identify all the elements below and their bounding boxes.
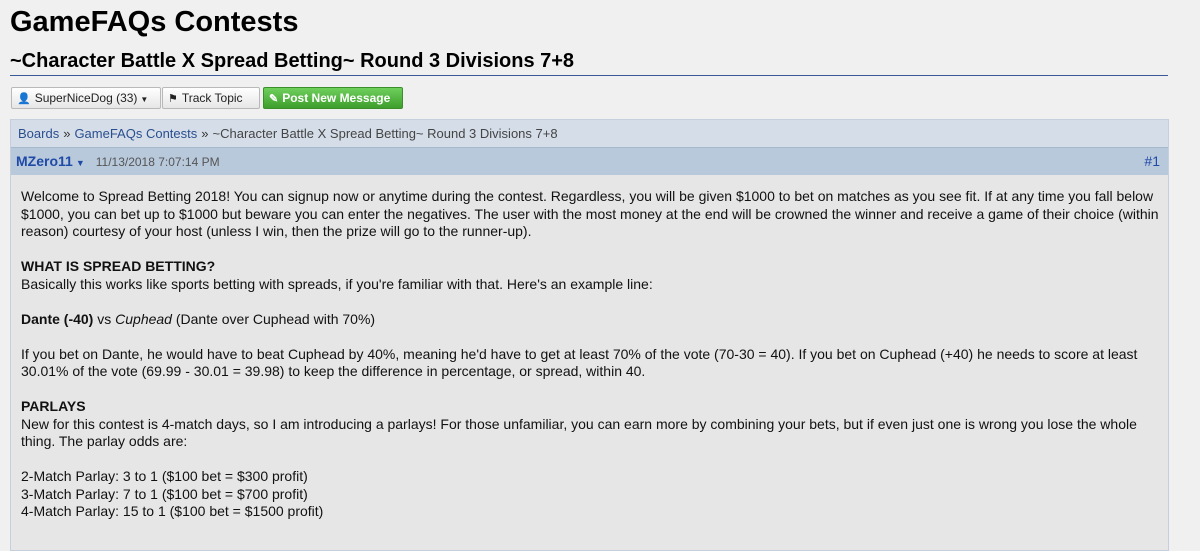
- example-favorite: Dante (-40): [21, 310, 94, 327]
- message-container: Boards» GameFAQs Contests» ~Character Batt…: [10, 119, 1169, 551]
- example-underdog: Cuphead: [115, 310, 172, 327]
- example-line: Dante (-40) vs Cuphead (Dante over Cuphe…: [21, 311, 1160, 329]
- post-new-message-button[interactable]: ✎ Post New Message: [263, 87, 403, 109]
- breadcrumb-board-link[interactable]: GameFAQs Contests: [74, 126, 197, 141]
- flag-icon: ⚑: [168, 93, 178, 105]
- board-title: GameFAQs Contests: [10, 6, 299, 38]
- breadcrumb-separator: »: [201, 126, 209, 141]
- parlay-line: 4-Match Parlay: 15 to 1 ($100 bet = $150…: [21, 503, 324, 519]
- section-heading: WHAT IS SPREAD BETTING?: [21, 258, 216, 274]
- message-paragraph: Welcome to Spread Betting 2018! You can …: [21, 188, 1159, 239]
- chevron-down-icon: ▼: [140, 95, 149, 104]
- example-note: (Dante over Cuphead with 70%): [175, 310, 376, 327]
- user-menu-button[interactable]: 👤 SuperNiceDog (33) ▼: [11, 87, 161, 109]
- section-heading: PARLAYS: [21, 398, 86, 414]
- message-paragraph: Basically this works like sports betting…: [21, 275, 653, 292]
- topic-title: ~Character Battle X Spread Betting~ Roun…: [10, 48, 1168, 76]
- message-body: Welcome to Spread Betting 2018! You can …: [11, 175, 1168, 521]
- breadcrumb: Boards» GameFAQs Contests» ~Character Batt…: [11, 120, 1168, 147]
- track-topic-button[interactable]: ⚑ Track Topic: [162, 87, 260, 109]
- user-icon: 👤: [17, 93, 31, 105]
- parlay-line: 2-Match Parlay: 3 to 1 ($100 bet = $300 …: [21, 468, 308, 484]
- message-number-link[interactable]: #1: [1144, 148, 1160, 175]
- message-paragraph: New for this contest is 4-match days, so…: [21, 415, 1137, 450]
- post-new-message-label: Post New Message: [282, 91, 391, 105]
- message-paragraph: If you bet on Dante, he would have to be…: [21, 345, 1138, 380]
- breadcrumb-topic: ~Character Battle X Spread Betting~ Roun…: [212, 126, 558, 141]
- chevron-down-icon[interactable]: ▼: [76, 158, 85, 168]
- breadcrumb-boards-link[interactable]: Boards: [18, 126, 59, 141]
- example-vs: vs: [97, 310, 112, 327]
- pencil-icon: ✎: [269, 93, 279, 105]
- parlay-line: 3-Match Parlay: 7 to 1 ($100 bet = $700 …: [21, 485, 308, 502]
- message-header: MZero11 ▼ 11/13/2018 7:07:14 PM #1: [11, 147, 1168, 175]
- message-author-link[interactable]: MZero11: [16, 153, 73, 169]
- message-timestamp: 11/13/2018 7:07:14 PM: [95, 155, 220, 169]
- user-menu-label: SuperNiceDog (33): [34, 91, 138, 105]
- breadcrumb-separator: »: [63, 126, 71, 141]
- track-topic-label: Track Topic: [181, 91, 243, 105]
